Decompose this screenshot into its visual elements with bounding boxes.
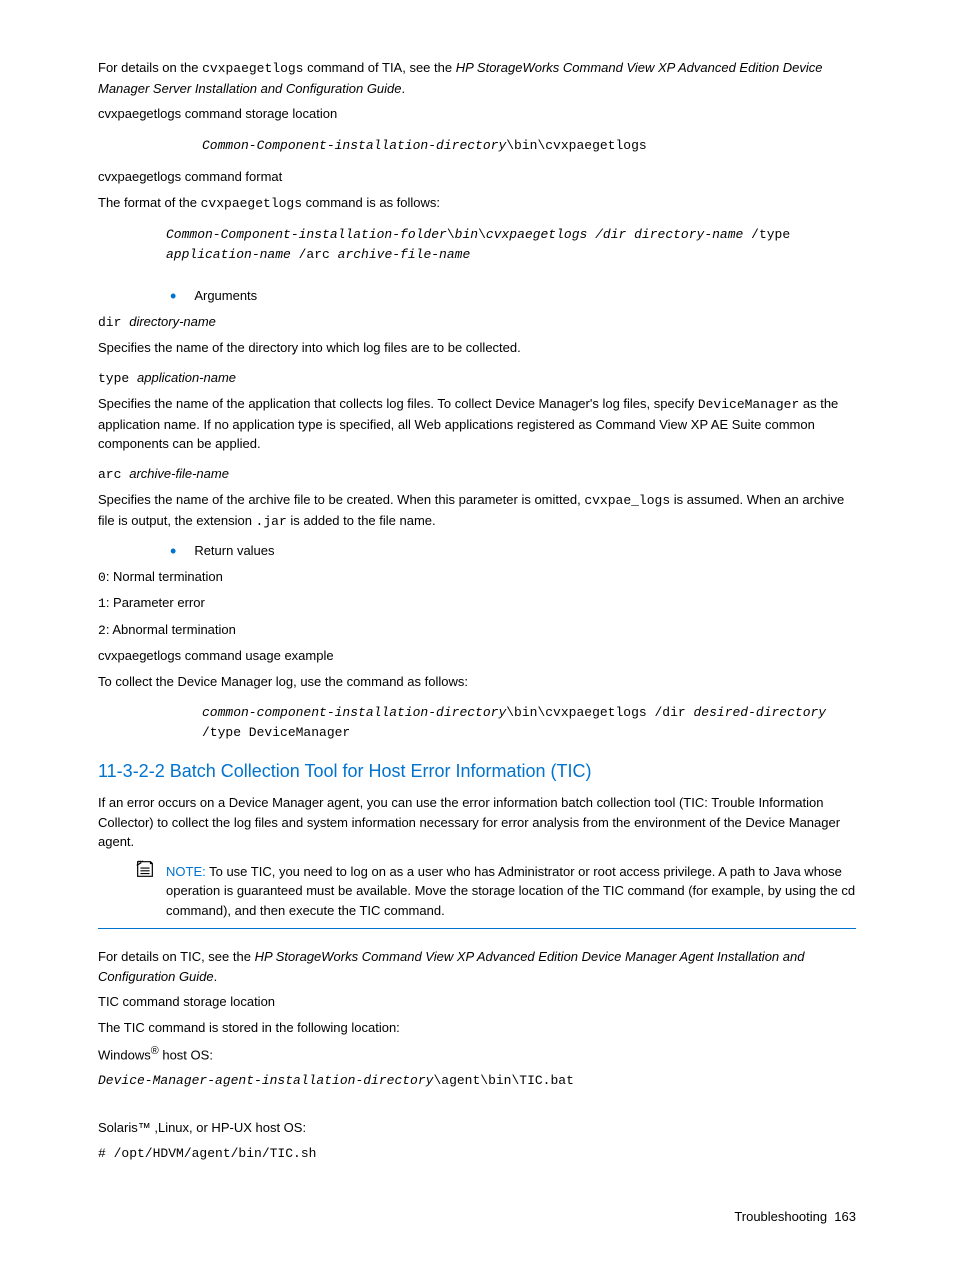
text: host OS: xyxy=(159,1047,213,1062)
arg-arc: arc archive-file-name xyxy=(98,464,856,485)
code-windows-path: Device-Manager-agent-installation-direct… xyxy=(98,1071,856,1091)
code-format: Common-Component-installation-folder\bin… xyxy=(166,225,856,264)
footer-section: Troubleshooting xyxy=(734,1209,827,1224)
registered-mark: ® xyxy=(151,1045,159,1057)
code-var: archive-file-name xyxy=(338,247,471,262)
code-text: \ xyxy=(478,227,486,242)
text: Windows xyxy=(98,1047,151,1062)
page-footer: Troubleshooting 163 xyxy=(98,1207,856,1227)
return-1: 1: Parameter error xyxy=(98,593,856,614)
arg-name: application-name xyxy=(137,370,236,385)
usage-paragraph: To collect the Device Manager log, use t… xyxy=(98,672,856,692)
code-usage: common-component-installation-directory\… xyxy=(202,703,856,742)
arg-keyword: arc xyxy=(98,467,129,482)
text: command of TIA, see the xyxy=(303,60,455,75)
code-inline: .jar xyxy=(256,514,287,529)
subheading-format: cvxpaegetlogs command format xyxy=(98,167,856,187)
windows-host-label: Windows® host OS: xyxy=(98,1043,856,1065)
return-code: 1 xyxy=(98,596,106,611)
arg-keyword: dir xyxy=(98,315,129,330)
bullet-label: Arguments xyxy=(194,286,257,306)
return-0: 0: Normal termination xyxy=(98,567,856,588)
return-desc: : Parameter error xyxy=(106,595,205,610)
return-code: 0 xyxy=(98,570,106,585)
text: command is as follows: xyxy=(302,195,440,210)
code-var: desired-directory xyxy=(693,705,826,720)
arg-name: archive-file-name xyxy=(129,466,229,481)
note-box: NOTE: To use TIC, you need to log on as … xyxy=(98,860,856,930)
code-var: Device-Manager-agent-installation-direct… xyxy=(98,1073,433,1088)
tic-storage-para: The TIC command is stored in the followi… xyxy=(98,1018,856,1038)
arg-dir-desc: Specifies the name of the directory into… xyxy=(98,338,856,358)
code-text: /arc xyxy=(299,247,338,262)
note-label: NOTE: xyxy=(166,864,209,879)
return-2: 2: Abnormal termination xyxy=(98,620,856,641)
arg-dir: dir directory-name xyxy=(98,312,856,333)
code-var: cvxpaegetlogs /dir directory-name xyxy=(486,227,751,242)
return-desc: : Abnormal termination xyxy=(106,622,236,637)
bullet-return-values: • Return values xyxy=(170,541,856,561)
text: Specifies the name of the application th… xyxy=(98,396,698,411)
solaris-host-label: Solaris™ ,Linux, or HP-UX host OS: xyxy=(98,1118,856,1138)
footer-page-number: 163 xyxy=(834,1209,856,1224)
arg-name: directory-name xyxy=(129,314,216,329)
text: is added to the file name. xyxy=(287,513,436,528)
section-heading-tic: 11-3-2-2 Batch Collection Tool for Host … xyxy=(98,758,856,785)
subheading-tic-storage: TIC command storage location xyxy=(98,992,856,1012)
code-text: \bin\cvxpaegetlogs xyxy=(506,138,646,153)
code-var: Common-Component-installation-folder xyxy=(166,227,447,242)
note-text: To use TIC, you need to log on as a user… xyxy=(166,864,855,918)
code-var: application-name xyxy=(166,247,299,262)
code-text: \agent\bin\TIC.bat xyxy=(433,1073,573,1088)
arg-type: type application-name xyxy=(98,368,856,389)
code-inline: DeviceManager xyxy=(698,397,799,412)
tic-details: For details on TIC, see the HP StorageWo… xyxy=(98,947,856,986)
code-inline: cvxpaegetlogs xyxy=(201,196,302,211)
format-paragraph: The format of the cvxpaegetlogs command … xyxy=(98,193,856,214)
code-text: /type DeviceManager xyxy=(202,725,350,740)
bullet-arguments: • Arguments xyxy=(170,286,856,306)
text: The format of the xyxy=(98,195,201,210)
tic-intro: If an error occurs on a Device Manager a… xyxy=(98,793,856,852)
code-text: /type xyxy=(751,227,790,242)
text: . xyxy=(214,969,218,984)
code-inline: cvxpaegetlogs xyxy=(202,61,303,76)
code-text: \ xyxy=(447,227,455,242)
arg-type-desc: Specifies the name of the application th… xyxy=(98,394,856,454)
note-icon xyxy=(134,858,156,885)
text: For details on the xyxy=(98,60,202,75)
text: . xyxy=(402,81,406,96)
text: Specifies the name of the archive file t… xyxy=(98,492,584,507)
bullet-icon: • xyxy=(170,287,176,305)
code-var: Common-Component-installation-directory xyxy=(202,138,506,153)
bullet-label: Return values xyxy=(194,541,274,561)
return-desc: : Normal termination xyxy=(106,569,223,584)
arg-arc-desc: Specifies the name of the archive file t… xyxy=(98,490,856,531)
arg-keyword: type xyxy=(98,371,137,386)
code-inline: cvxpae_logs xyxy=(584,493,670,508)
return-code: 2 xyxy=(98,623,106,638)
code-storage-location: Common-Component-installation-directory\… xyxy=(202,136,856,156)
subheading-storage: cvxpaegetlogs command storage location xyxy=(98,104,856,124)
code-var: common-component-installation-directory xyxy=(202,705,506,720)
intro-paragraph: For details on the cvxpaegetlogs command… xyxy=(98,58,856,98)
code-var: bin xyxy=(455,227,478,242)
subheading-usage: cvxpaegetlogs command usage example xyxy=(98,646,856,666)
code-solaris-path: # /opt/HDVM/agent/bin/TIC.sh xyxy=(98,1144,856,1164)
code-text: \bin\cvxpaegetlogs /dir xyxy=(506,705,693,720)
bullet-icon: • xyxy=(170,542,176,560)
text: For details on TIC, see the xyxy=(98,949,255,964)
